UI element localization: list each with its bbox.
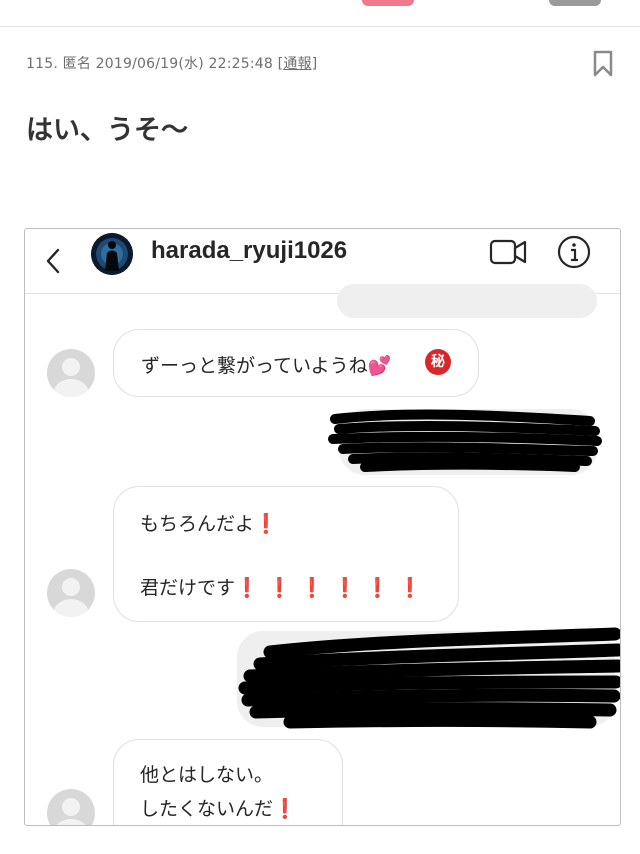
top-bar <box>0 0 640 27</box>
user-avatar-image <box>91 233 133 275</box>
received-message-1: ずーっと繋がっていようね💕 秘 <box>113 329 479 397</box>
bookmark-icon[interactable] <box>592 50 614 78</box>
dm-username[interactable]: harada_ryuji1026 <box>151 237 347 265</box>
post-title: はい、うそ〜 <box>26 115 188 146</box>
message-1-text: ずーっと繋がっていようね💕 <box>141 355 392 377</box>
message-3-line-1: 他とはしない。 <box>140 764 274 786</box>
sent-message-partial <box>337 284 597 318</box>
secret-emoji-icon: 秘 <box>425 349 451 375</box>
exclamation-icon: ❗ <box>254 513 278 535</box>
back-icon[interactable] <box>43 247 63 275</box>
top-pink-button[interactable] <box>362 0 414 6</box>
user-avatar[interactable] <box>91 233 133 275</box>
default-avatar-icon <box>47 569 95 617</box>
report-link[interactable]: [通報] <box>278 56 318 72</box>
default-avatar-icon <box>47 789 95 825</box>
video-call-icon[interactable] <box>489 237 529 267</box>
message-2-line-1: もちろんだよ❗ <box>140 513 278 535</box>
post-meta: 115. 匿名 2019/06/19(水) 22:25:48 [通報] <box>26 53 317 73</box>
redaction-scribble-2 <box>238 627 620 729</box>
default-avatar-icon <box>47 349 95 397</box>
message-3-line-2: したくないんだ❗ <box>140 798 297 820</box>
message-2-line-2: 君だけです❗❗❗❗❗❗ <box>140 577 431 599</box>
exclamation-icons: ❗❗❗❗❗❗ <box>235 577 431 599</box>
top-gray-button[interactable] <box>549 0 601 6</box>
embedded-dm-screenshot: harada_ryuji1026 ずーっと繋がっていようね💕 秘 もちろんだよ❗… <box>24 228 621 826</box>
received-message-3: 他とはしない。 したくないんだ❗ <box>113 739 343 825</box>
exclamation-icon: ❗ <box>273 798 297 820</box>
post-meta-text: 115. 匿名 2019/06/19(水) 22:25:48 <box>26 56 278 72</box>
received-message-2: もちろんだよ❗ 君だけです❗❗❗❗❗❗ <box>113 486 459 622</box>
info-icon[interactable] <box>556 234 592 270</box>
redaction-scribble-1 <box>328 409 602 472</box>
